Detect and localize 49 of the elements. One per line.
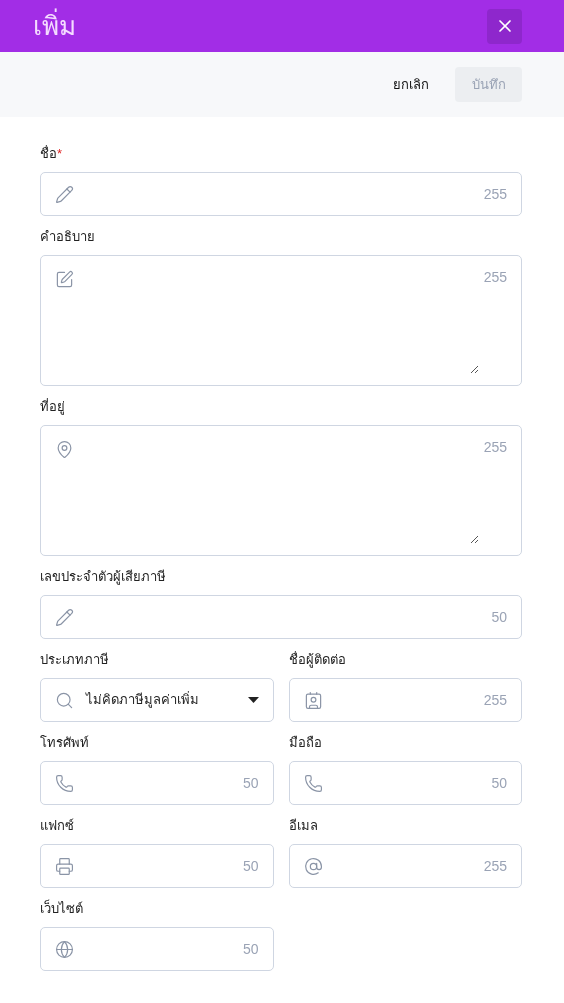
globe-icon [55,939,74,959]
character-counter: 255 [483,270,507,284]
contact-card-icon [303,690,323,710]
character-counter: 50 [242,939,259,959]
input-field[interactable]: 255 [288,678,522,722]
character-counter: 50 [491,607,507,627]
field-label: เว็บไซต์ [40,900,84,918]
field-label: แฟกซ์ [40,817,75,835]
character-counter: 255 [483,690,507,710]
field-label: อีเมล [288,817,319,835]
input-field[interactable]: 255 [40,172,522,216]
character-counter: 255 [483,856,507,876]
close-button[interactable] [487,8,522,44]
input-field[interactable]: 255 [288,844,522,888]
select-field[interactable]: ไม่คิดภาษีมูลค่าเพิ่ม [40,678,274,722]
text-area[interactable]: 255 [40,425,522,556]
pencil-icon [55,607,74,627]
text-area[interactable]: 255 [40,255,522,386]
edit-icon [55,270,74,289]
input-field[interactable]: 50 [288,761,522,805]
phone-icon [55,773,74,793]
field-label: เลขประจำตัวผู้เสียภาษี [40,568,167,586]
input-field[interactable]: 50 [40,927,274,971]
character-counter: 50 [242,856,259,876]
phone-icon [303,773,323,793]
input-field[interactable]: 50 [40,761,274,805]
at-sign-icon [303,856,323,876]
field-label: ที่อยู่ [40,398,66,416]
resize-handle-icon[interactable] [470,365,479,374]
character-counter: 50 [242,773,259,793]
field-label: คำอธิบาย [40,228,96,246]
map-pin-icon [55,440,74,459]
character-counter: 50 [491,773,507,793]
field-label: ประเภทภาษี [40,651,110,669]
input-field[interactable]: 50 [40,844,274,888]
field-label: โทรศัพท์ [40,734,90,752]
character-counter: 255 [483,440,507,454]
dialog-title: เพิ่ม [33,7,76,43]
field-label: มือถือ [288,734,323,752]
selected-value: ไม่คิดภาษีมูลค่าเพิ่ม [86,690,200,710]
character-counter: 255 [483,184,507,204]
field-label: ชื่อผู้ติดต่อ [288,651,347,669]
pencil-icon [55,184,74,204]
resize-handle-icon[interactable] [470,535,479,544]
search-icon [55,690,74,710]
cancel-button[interactable]: ยกเลิก [391,74,431,95]
input-field[interactable]: 50 [40,595,522,639]
field-label: ชื่อ* [40,145,64,163]
caret-icon [247,697,259,703]
